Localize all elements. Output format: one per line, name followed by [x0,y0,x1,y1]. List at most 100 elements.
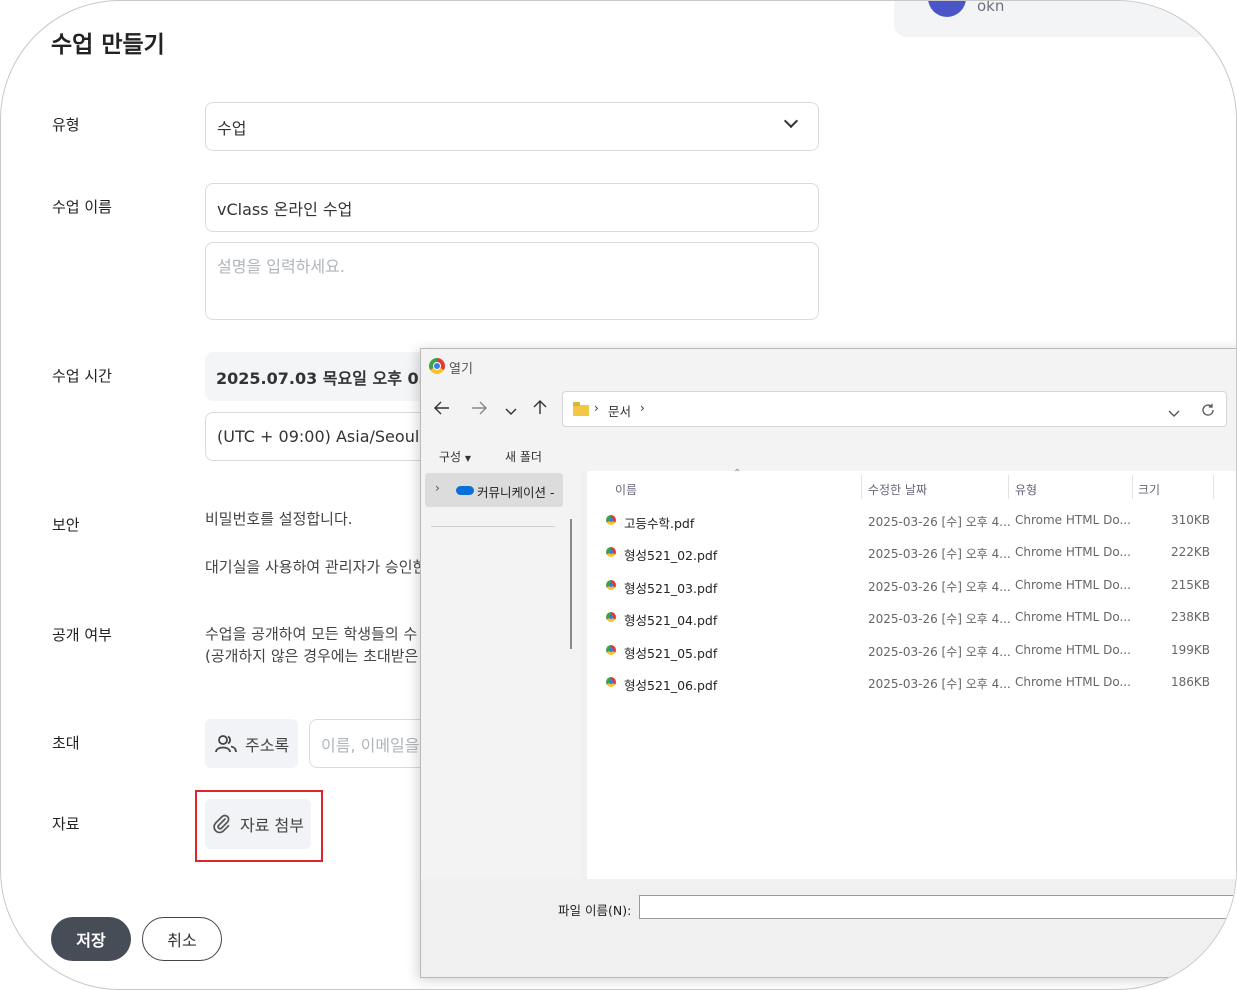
column-separator [1132,475,1133,499]
file-type: Chrome HTML Do... [1015,578,1131,592]
address-dropdown-icon[interactable] [1168,404,1180,423]
file-type: Chrome HTML Do... [1015,513,1131,527]
chrome-pdf-icon [606,612,616,622]
file-name: 형성521_04.pdf [624,613,718,628]
column-size[interactable]: 크기 [1138,481,1160,498]
file-modified: 2025-03-26 [수] 오후 4... [868,645,1011,659]
public-option-line1[interactable]: 수업을 공개하여 모든 학생들의 수 [205,623,417,644]
column-separator [1008,475,1009,499]
onedrive-cloud-icon [456,486,474,495]
breadcrumb-separator: › [594,401,599,415]
attach-file-label: 자료 첨부 [240,816,304,835]
file-row[interactable]: 고등수학.pdf 2025-03-26 [수] 오후 4... Chrome H… [581,505,1236,537]
file-modified: 2025-03-26 [수] 오후 4... [868,547,1011,561]
timezone-value: (UTC + 09:00) Asia/Seoul [217,427,420,446]
forward-icon[interactable] [471,400,487,419]
sidebar-item-label: 커뮤니케이션 - [477,485,555,500]
file-row[interactable]: 형성521_04.pdf 2025-03-26 [수] 오후 4... Chro… [581,602,1236,634]
file-name: 형성521_02.pdf [624,548,718,563]
filename-input[interactable] [639,895,1236,919]
public-label: 공개 여부 [52,626,112,644]
refresh-icon[interactable] [1201,402,1215,421]
recent-dropdown-icon[interactable] [505,402,517,421]
dialog-title: 열기 [449,362,473,377]
file-name: 형성521_05.pdf [624,646,718,661]
file-row[interactable]: 형성521_03.pdf 2025-03-26 [수] 오후 4... Chro… [581,570,1236,602]
page-title: 수업 만들기 [51,32,165,58]
save-button[interactable]: 저장 [51,917,131,961]
description-placeholder: 설명을 입력하세요. [217,257,345,276]
file-type: Chrome HTML Do... [1015,643,1131,657]
expand-chevron-icon[interactable]: › [435,481,440,495]
datetime-picker[interactable]: 2025.07.03 목요일 오후 05:2 [205,352,446,401]
waiting-room-option[interactable]: 대기실을 사용하여 관리자가 승인한 [205,556,426,577]
column-type[interactable]: 유형 [1015,481,1037,498]
sidebar-item-communication[interactable]: › 커뮤니케이션 - [425,473,563,507]
public-option-line2: (공개하지 않은 경우에는 초대받은 [205,647,419,665]
address-book-label: 주소록 [245,735,290,755]
file-type: Chrome HTML Do... [1015,610,1131,624]
column-name[interactable]: 이름 [615,481,637,498]
chrome-pdf-icon [606,547,616,557]
chrome-pdf-icon [606,580,616,590]
new-folder-button[interactable]: 새 폴더 [505,448,542,465]
invite-label: 초대 [52,734,80,752]
address-book-button[interactable]: 주소록 [205,719,298,768]
file-modified: 2025-03-26 [수] 오후 4... [868,580,1011,594]
file-row[interactable]: 형성521_05.pdf 2025-03-26 [수] 오후 4... Chro… [581,635,1236,667]
file-type: Chrome HTML Do... [1015,675,1131,689]
time-label: 수업 시간 [52,367,112,385]
dialog-footer [421,879,1236,977]
sidebar-scrollbar[interactable] [570,519,572,649]
file-modified: 2025-03-26 [수] 오후 4... [868,612,1011,626]
file-name: 형성521_06.pdf [624,678,718,693]
file-size: 215KB [1171,578,1211,592]
breadcrumb-chevron[interactable]: › [640,401,645,415]
material-label: 자료 [52,815,80,833]
timezone-select[interactable]: (UTC + 09:00) Asia/Seoul [205,412,435,461]
chevron-down-icon [783,113,799,129]
file-rows: 고등수학.pdf 2025-03-26 [수] 오후 4... Chrome H… [581,505,1236,705]
back-icon[interactable] [434,400,450,419]
file-size: 222KB [1171,545,1211,559]
chrome-pdf-icon [606,677,616,687]
chrome-icon [429,358,445,374]
file-modified: 2025-03-26 [수] 오후 4... [868,515,1011,529]
file-row[interactable]: 형성521_02.pdf 2025-03-26 [수] 오후 4... Chro… [581,537,1236,569]
file-size: 238KB [1171,610,1211,624]
file-size: 186KB [1171,675,1211,689]
sort-up-icon: ⌃ [733,468,742,479]
description-textarea[interactable]: 설명을 입력하세요. [205,242,819,320]
attach-file-button[interactable]: 자료 첨부 [205,799,311,849]
caret-down-icon: ▼ [464,454,472,463]
type-select[interactable]: 수업 [205,102,819,151]
user-name: okn [977,0,1005,15]
organize-menu[interactable]: 구성 ▼ [439,448,471,465]
name-label: 수업 이름 [52,198,112,216]
file-modified: 2025-03-26 [수] 오후 4... [868,677,1011,691]
cancel-button[interactable]: 취소 [142,917,222,961]
security-label: 보안 [52,516,80,534]
file-name: 형성521_03.pdf [624,581,718,596]
paperclip-icon [213,814,230,834]
column-modified[interactable]: 수정한 날짜 [868,481,927,498]
filename-label: 파일 이름(N): [558,903,632,918]
password-option[interactable]: 비밀번호를 설정합니다. [205,508,353,529]
file-list-pane: ⌃ 이름 수정한 날짜 유형 크기 고등수학.pdf 2025-03-26 [수… [581,468,1236,879]
up-icon[interactable] [533,399,547,419]
type-select-value: 수업 [217,118,247,138]
file-size: 199KB [1171,643,1211,657]
organize-label: 구성 [439,450,462,464]
file-type: Chrome HTML Do... [1015,545,1131,559]
class-name-input[interactable]: vClass 온라인 수업 [205,183,819,232]
address-bar[interactable]: › 문서 › [562,391,1227,427]
datetime-value: 2025.07.03 목요일 오후 05:2 [216,368,446,388]
sidebar-divider [431,526,555,527]
chrome-pdf-icon [606,515,616,525]
invite-placeholder: 이름, 이메일을 [321,735,420,755]
breadcrumb-documents[interactable]: 문서 [608,401,631,420]
type-label: 유형 [52,116,80,134]
file-open-dialog[interactable]: 열기 › 문서 › 구성 ▼ 새 폴더 › 커뮤니케이션 - ⌃ 이름 수정한 … [420,348,1236,978]
file-row[interactable]: 형성521_06.pdf 2025-03-26 [수] 오후 4... Chro… [581,667,1236,699]
app-frame: 수업 만들기 okn 유형 수업 수업 이름 vClass 온라인 수업 설명을… [0,0,1237,990]
